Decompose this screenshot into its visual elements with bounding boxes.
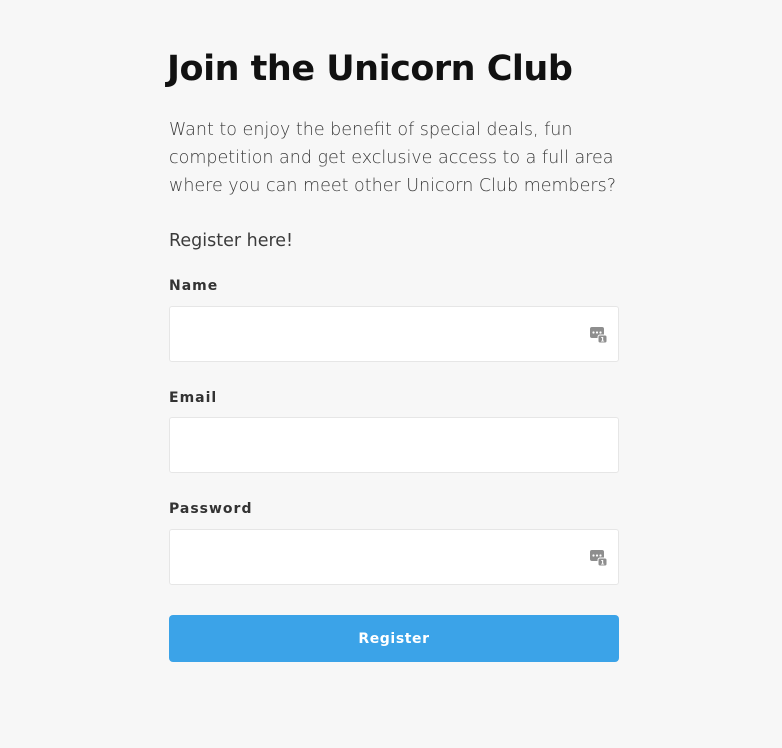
password-manager-icon[interactable]: 1 bbox=[590, 549, 607, 566]
password-label: Password bbox=[169, 501, 253, 517]
email-label: Email bbox=[169, 390, 218, 406]
password-input[interactable] bbox=[170, 530, 618, 584]
svg-text:1: 1 bbox=[600, 560, 604, 567]
email-field-group: Email bbox=[169, 388, 619, 473]
name-input-box: 1 bbox=[169, 306, 619, 362]
name-input[interactable] bbox=[170, 307, 618, 361]
intro-text: Want to enjoy the benefit of special dea… bbox=[169, 120, 617, 196]
svg-text:1: 1 bbox=[600, 337, 604, 344]
register-button[interactable]: Register bbox=[169, 615, 619, 662]
page-title: Join the Unicorn Club bbox=[167, 49, 573, 89]
password-manager-icon[interactable]: 1 bbox=[590, 326, 607, 343]
email-input-box bbox=[169, 417, 619, 473]
register-prompt: Register here! bbox=[169, 231, 294, 251]
password-field-group: Password 1 bbox=[169, 499, 619, 585]
register-panel: Join the Unicorn Club Want to enjoy the … bbox=[167, 44, 619, 662]
name-field-group: Name 1 bbox=[169, 276, 619, 362]
email-input[interactable] bbox=[170, 418, 618, 472]
password-input-box: 1 bbox=[169, 529, 619, 585]
name-label: Name bbox=[169, 278, 219, 294]
